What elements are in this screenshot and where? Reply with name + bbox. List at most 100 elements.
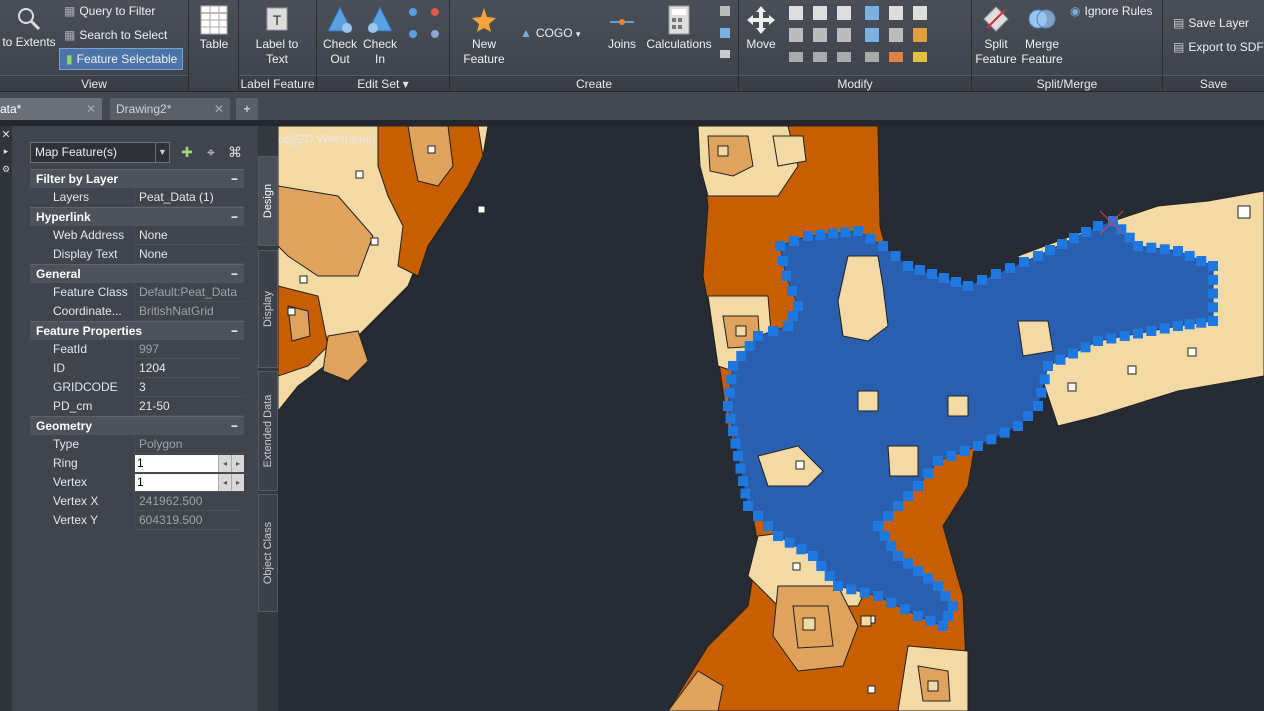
collapse-icon[interactable]: − bbox=[231, 265, 238, 284]
collapse-icon[interactable]: − bbox=[231, 208, 238, 227]
vertex-grip[interactable] bbox=[1119, 331, 1130, 341]
next-icon[interactable]: ▸ bbox=[231, 455, 244, 472]
vertex-grip[interactable] bbox=[763, 521, 773, 531]
vertex-grip[interactable] bbox=[1036, 387, 1047, 398]
vertex-grip[interactable] bbox=[824, 571, 835, 581]
vertex-grip[interactable] bbox=[886, 541, 897, 551]
vertex-grip[interactable] bbox=[933, 581, 943, 591]
move-button[interactable]: Move bbox=[743, 4, 779, 52]
zoom-extents-button[interactable]: to Extents bbox=[0, 4, 58, 50]
previous-icon[interactable]: ◂ bbox=[218, 474, 231, 491]
property-spinner[interactable]: 1 ◂ ▸ bbox=[135, 455, 244, 472]
vertex-grip[interactable] bbox=[946, 451, 957, 461]
vertex-grip[interactable] bbox=[784, 537, 795, 548]
vertex-grip[interactable] bbox=[883, 511, 893, 521]
new-tab-button[interactable]: + bbox=[236, 98, 258, 120]
property-value[interactable]: 21-50 bbox=[135, 397, 244, 416]
vertex-grip[interactable] bbox=[1196, 256, 1207, 266]
vertex-grip[interactable] bbox=[923, 573, 933, 584]
vertex-grip[interactable] bbox=[1080, 342, 1091, 353]
property-value[interactable]: 1204 bbox=[135, 359, 244, 378]
vertex-grip[interactable] bbox=[991, 269, 1001, 279]
settings-icon[interactable]: ⚙ bbox=[0, 164, 12, 175]
vertex-grip[interactable] bbox=[1208, 274, 1218, 285]
vertex-grip[interactable] bbox=[753, 331, 763, 341]
vertex-grip[interactable] bbox=[1093, 221, 1103, 231]
vertex-grip[interactable] bbox=[846, 584, 857, 595]
vertex-grip[interactable] bbox=[787, 286, 797, 296]
vertex-grip[interactable] bbox=[828, 228, 838, 239]
vertex-grip[interactable] bbox=[781, 271, 791, 281]
vertex-grip[interactable] bbox=[1039, 374, 1050, 385]
vertex-grip[interactable] bbox=[1173, 321, 1183, 331]
feature-selector-dropdown[interactable]: Map Feature(s) ▼ bbox=[30, 142, 170, 163]
vertex-grip[interactable] bbox=[1184, 251, 1195, 261]
vertex-grip[interactable] bbox=[840, 227, 851, 238]
add-feature-icon[interactable]: ✚ bbox=[177, 142, 197, 162]
vertex-grip[interactable] bbox=[725, 413, 736, 424]
vertex-grip[interactable] bbox=[796, 544, 807, 555]
vertex-grip[interactable] bbox=[738, 476, 748, 486]
vertex-grip[interactable] bbox=[773, 531, 783, 541]
vertex-grip[interactable] bbox=[951, 277, 961, 287]
vertex-grip[interactable] bbox=[775, 241, 785, 251]
category-header[interactable]: Feature Properties − bbox=[30, 321, 244, 340]
select-objects-icon[interactable]: ⌖ bbox=[201, 142, 221, 162]
vertex-grip[interactable] bbox=[788, 311, 798, 321]
peat-polygon-left[interactable] bbox=[278, 126, 489, 412]
vertex-grip[interactable] bbox=[1196, 317, 1207, 328]
vertex-grip[interactable] bbox=[903, 558, 913, 569]
edit-set-small-tools[interactable] bbox=[405, 4, 445, 54]
vertex-grip[interactable] bbox=[1133, 328, 1143, 339]
category-header[interactable]: General − bbox=[30, 264, 244, 283]
vertex-grip[interactable] bbox=[933, 456, 943, 466]
property-value[interactable]: Peat_Data (1) bbox=[135, 188, 244, 207]
vertex-grip[interactable] bbox=[833, 581, 843, 591]
vertex-grip[interactable] bbox=[733, 451, 743, 461]
vertex-grip[interactable] bbox=[793, 301, 803, 311]
calculations-button[interactable]: Calculations bbox=[644, 4, 714, 52]
vertex-grip[interactable] bbox=[768, 326, 778, 336]
vertex-grip[interactable] bbox=[1068, 348, 1078, 359]
vertex-grip[interactable] bbox=[1013, 421, 1023, 431]
split-feature-button[interactable]: Split Feature bbox=[974, 4, 1018, 67]
category-header[interactable]: Hyperlink − bbox=[30, 207, 244, 226]
edit-set-panel-label[interactable]: Edit Set ▾ bbox=[317, 75, 449, 91]
next-icon[interactable]: ▸ bbox=[231, 474, 244, 491]
vertex-grip[interactable] bbox=[1045, 245, 1055, 255]
vertex-grip[interactable] bbox=[1069, 233, 1079, 243]
vertex-grip[interactable] bbox=[730, 438, 741, 449]
vertex-grip[interactable] bbox=[893, 501, 903, 511]
check-in-button[interactable]: Check In bbox=[361, 4, 399, 67]
vertex-grip[interactable] bbox=[1106, 333, 1117, 344]
close-icon[interactable]: ✕ bbox=[0, 128, 12, 141]
vertex-grip[interactable] bbox=[899, 604, 910, 615]
vertex-grip[interactable] bbox=[986, 434, 997, 445]
viewport-controls-label[interactable]: op][2D Wireframe] bbox=[278, 132, 375, 146]
vertex-grip[interactable] bbox=[1093, 336, 1103, 346]
tab-drawing2[interactable]: Drawing2* ✕ bbox=[110, 98, 230, 120]
vertex-grip[interactable] bbox=[879, 531, 890, 541]
vertex-grip[interactable] bbox=[740, 488, 751, 499]
vertex-grip[interactable] bbox=[778, 256, 788, 266]
vertex-grip[interactable] bbox=[816, 561, 827, 571]
vertex-grip[interactable] bbox=[728, 426, 738, 436]
vertex-grip[interactable] bbox=[925, 616, 936, 626]
export-sdf-button[interactable]: ▤ Export to SDF bbox=[1173, 36, 1264, 58]
vertex-grip[interactable] bbox=[1184, 319, 1195, 330]
vertex-grip[interactable] bbox=[963, 281, 973, 291]
property-spinner[interactable]: 1 ◂ ▸ bbox=[135, 474, 244, 491]
vertex-grip[interactable] bbox=[948, 601, 958, 611]
vertex-grip[interactable] bbox=[808, 551, 818, 561]
joins-button[interactable]: Joins bbox=[602, 4, 642, 52]
search-to-select-button[interactable]: ▦ Search to Select bbox=[64, 24, 167, 46]
vertex-grip[interactable] bbox=[1033, 401, 1043, 411]
vertex-grip[interactable] bbox=[913, 611, 923, 621]
vertex-grip[interactable] bbox=[1208, 316, 1218, 326]
modify-small-tools[interactable] bbox=[785, 4, 969, 68]
vertex-grip[interactable] bbox=[815, 229, 826, 240]
vertex-grip[interactable] bbox=[913, 481, 923, 491]
vertex-grip[interactable] bbox=[859, 587, 870, 598]
vertex-grip[interactable] bbox=[744, 341, 755, 351]
vertex-grip[interactable] bbox=[873, 591, 883, 601]
